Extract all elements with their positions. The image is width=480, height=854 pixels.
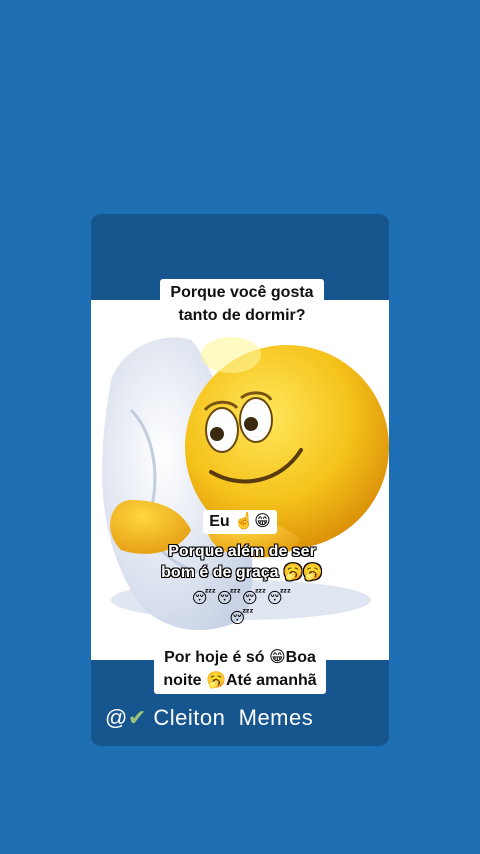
meme-card: Porque você gosta tanto de dormir? Eu ☝️… — [91, 214, 389, 746]
answer-line-2: bom é de graça 🥱🥱 — [161, 564, 323, 581]
creator-name: Cleiton Memes — [153, 705, 314, 730]
creator-credit: @✔ Cleiton Memes — [105, 704, 313, 732]
question-line-2: tanto de dormir? — [178, 307, 306, 324]
at-symbol: @ — [105, 705, 128, 730]
screen: Porque você gosta tanto de dormir? Eu ☝️… — [0, 0, 480, 854]
farewell-caption: Por hoje é só 😁Boa noite 🥱Até amanhã — [154, 644, 326, 694]
question-line-1: Porque você gosta — [170, 284, 314, 301]
answer-line-1: Porque além de ser — [168, 543, 316, 560]
sleeping-emoji-row: 😴😴😴😴😴 — [191, 590, 293, 627]
question-caption: Porque você gosta tanto de dormir? — [160, 279, 324, 329]
eu-label: Eu ☝️😁 — [203, 510, 277, 534]
check-icon: ✔ — [127, 705, 147, 730]
farewell-line-2: noite 🥱Até amanhã — [163, 672, 317, 689]
farewell-line-1: Por hoje é só 😁Boa — [164, 649, 316, 666]
answer-text: Porque além de ser bom é de graça 🥱🥱 — [147, 541, 337, 583]
